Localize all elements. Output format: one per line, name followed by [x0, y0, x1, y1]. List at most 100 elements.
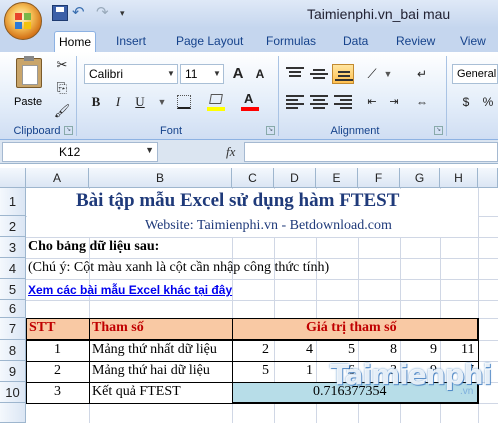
chevron-down-icon: ▼: [213, 69, 221, 78]
row-header-5[interactable]: 5: [0, 279, 26, 300]
tab-home[interactable]: Home: [54, 31, 97, 52]
alignment-launcher-icon[interactable]: ↘: [434, 126, 443, 135]
row-header-9[interactable]: 9: [0, 361, 26, 382]
array1-value-f[interactable]: 8: [390, 342, 397, 358]
fill-color-icon[interactable]: [206, 92, 226, 112]
align-bottom-icon[interactable]: [332, 64, 354, 84]
stt-3[interactable]: 3: [54, 384, 61, 400]
column-header-a[interactable]: A: [26, 168, 89, 188]
clipboard-launcher-icon[interactable]: ↘: [64, 126, 73, 135]
array1-value-e[interactable]: 5: [348, 342, 355, 358]
customize-toolbar-icon[interactable]: ▾: [120, 5, 136, 21]
redo-icon[interactable]: ↷: [96, 5, 112, 21]
watermark-logo: Taimienphi .vn: [330, 358, 498, 408]
group-label-clipboard: Clipboard: [13, 125, 61, 137]
align-right-icon[interactable]: [334, 94, 352, 110]
select-all-corner[interactable]: [0, 168, 26, 188]
borders-icon[interactable]: [174, 92, 194, 112]
row-header-2[interactable]: 2: [0, 216, 26, 237]
row-header-4[interactable]: 4: [0, 258, 26, 279]
row-header-1[interactable]: 1: [0, 188, 26, 216]
formula-input[interactable]: [244, 142, 498, 162]
row-header-10[interactable]: 10: [0, 382, 26, 403]
shrink-font-button[interactable]: A: [250, 64, 270, 84]
paste-button[interactable]: Paste: [10, 56, 48, 116]
align-center-icon[interactable]: [310, 94, 328, 110]
name-box[interactable]: K12 ▼: [2, 142, 158, 162]
underline-dropdown-icon[interactable]: ▼: [152, 92, 172, 112]
column-header-b[interactable]: B: [89, 168, 232, 188]
ribbon: Paste ✂ ⎘ 🖌 Clipboard ↘ Calibri ▼ 11 ▼ A…: [0, 52, 498, 140]
tab-data[interactable]: Data: [339, 31, 372, 52]
font-launcher-icon[interactable]: ↘: [266, 126, 275, 135]
office-button[interactable]: [4, 2, 42, 40]
font-size-select[interactable]: 11 ▼: [180, 64, 224, 84]
insert-function-button[interactable]: fx: [226, 144, 235, 160]
column-header-h[interactable]: H: [440, 168, 478, 188]
ribbon-tabs: Home Insert Page Layout Formulas Data Re…: [0, 28, 498, 52]
array2-value-d[interactable]: 1: [306, 363, 313, 379]
percent-format-icon[interactable]: %: [478, 92, 498, 112]
chevron-down-icon[interactable]: ▼: [145, 145, 154, 155]
underline-button[interactable]: U: [130, 92, 150, 112]
window-title: Taimienphi.vn_bai mau: [307, 6, 451, 22]
header-param: Tham số: [92, 320, 144, 335]
more-samples-link[interactable]: Xem các bài mẫu Excel khác tại đây: [28, 283, 232, 297]
chevron-down-icon: ▼: [167, 69, 175, 78]
font-size-value: 11: [185, 67, 198, 81]
array1-value-g[interactable]: 9: [430, 342, 437, 358]
column-header-partial[interactable]: [478, 168, 498, 188]
column-header-e[interactable]: E: [316, 168, 358, 188]
watermark-suffix: .vn: [460, 386, 474, 397]
column-header-c[interactable]: C: [232, 168, 274, 188]
cut-icon[interactable]: ✂: [52, 55, 72, 75]
merge-center-icon[interactable]: ⇔: [412, 92, 432, 112]
row-header-3[interactable]: 3: [0, 237, 26, 258]
row-header-11[interactable]: [0, 403, 26, 423]
stt-2[interactable]: 2: [54, 363, 61, 379]
increase-indent-icon[interactable]: ⇥: [384, 92, 404, 112]
undo-icon[interactable]: ↶: [72, 5, 88, 21]
array1-value-c[interactable]: 2: [262, 342, 269, 358]
decrease-indent-icon[interactable]: ⇤: [362, 92, 382, 112]
align-middle-icon[interactable]: [310, 66, 328, 82]
orientation-dropdown-icon[interactable]: ▼: [378, 64, 398, 84]
office-logo-icon: [15, 13, 33, 31]
font-name-select[interactable]: Calibri ▼: [84, 64, 178, 84]
array1-label[interactable]: Mảng thứ nhất dữ liệu: [92, 342, 217, 358]
stt-1[interactable]: 1: [54, 342, 61, 358]
group-label-alignment: Alignment: [330, 125, 380, 137]
save-icon[interactable]: [52, 5, 68, 21]
number-format-select[interactable]: General: [452, 64, 498, 84]
column-header-f[interactable]: F: [358, 168, 400, 188]
array1-value-d[interactable]: 4: [306, 342, 313, 358]
italic-button[interactable]: I: [108, 92, 128, 112]
bold-button[interactable]: B: [86, 92, 106, 112]
row-header-7[interactable]: 7: [0, 318, 26, 340]
array2-value-c[interactable]: 5: [262, 363, 269, 379]
array1-value-h[interactable]: 11: [461, 342, 474, 358]
format-painter-icon[interactable]: 🖌: [52, 101, 72, 121]
ftest-label[interactable]: Kết quả FTEST: [92, 384, 181, 400]
font-name-value: Calibri: [89, 67, 124, 81]
row-header-6[interactable]: 6: [0, 300, 26, 318]
tab-view[interactable]: View: [456, 31, 490, 52]
column-header-g[interactable]: G: [400, 168, 440, 188]
accounting-format-icon[interactable]: $: [456, 92, 476, 112]
title-bar: ↶ ↷ ▾ Taimienphi.vn_bai mau: [0, 0, 498, 28]
grow-font-button[interactable]: A: [228, 64, 248, 84]
formula-bar: K12 ▼ fx: [0, 140, 498, 164]
tab-formulas[interactable]: Formulas: [262, 31, 320, 52]
array2-label[interactable]: Mảng thứ hai dữ liệu: [92, 363, 210, 379]
row-header-8[interactable]: 8: [0, 340, 26, 361]
wrap-text-icon[interactable]: ↵: [412, 64, 432, 84]
font-color-icon[interactable]: A: [240, 91, 260, 112]
column-header-d[interactable]: D: [274, 168, 316, 188]
tab-insert[interactable]: Insert: [112, 31, 150, 52]
header-stt: STT: [29, 320, 56, 335]
copy-icon[interactable]: ⎘: [52, 78, 72, 98]
align-top-icon[interactable]: [286, 66, 304, 82]
tab-review[interactable]: Review: [392, 31, 439, 52]
align-left-icon[interactable]: [286, 94, 304, 110]
tab-page-layout[interactable]: Page Layout: [172, 31, 247, 52]
